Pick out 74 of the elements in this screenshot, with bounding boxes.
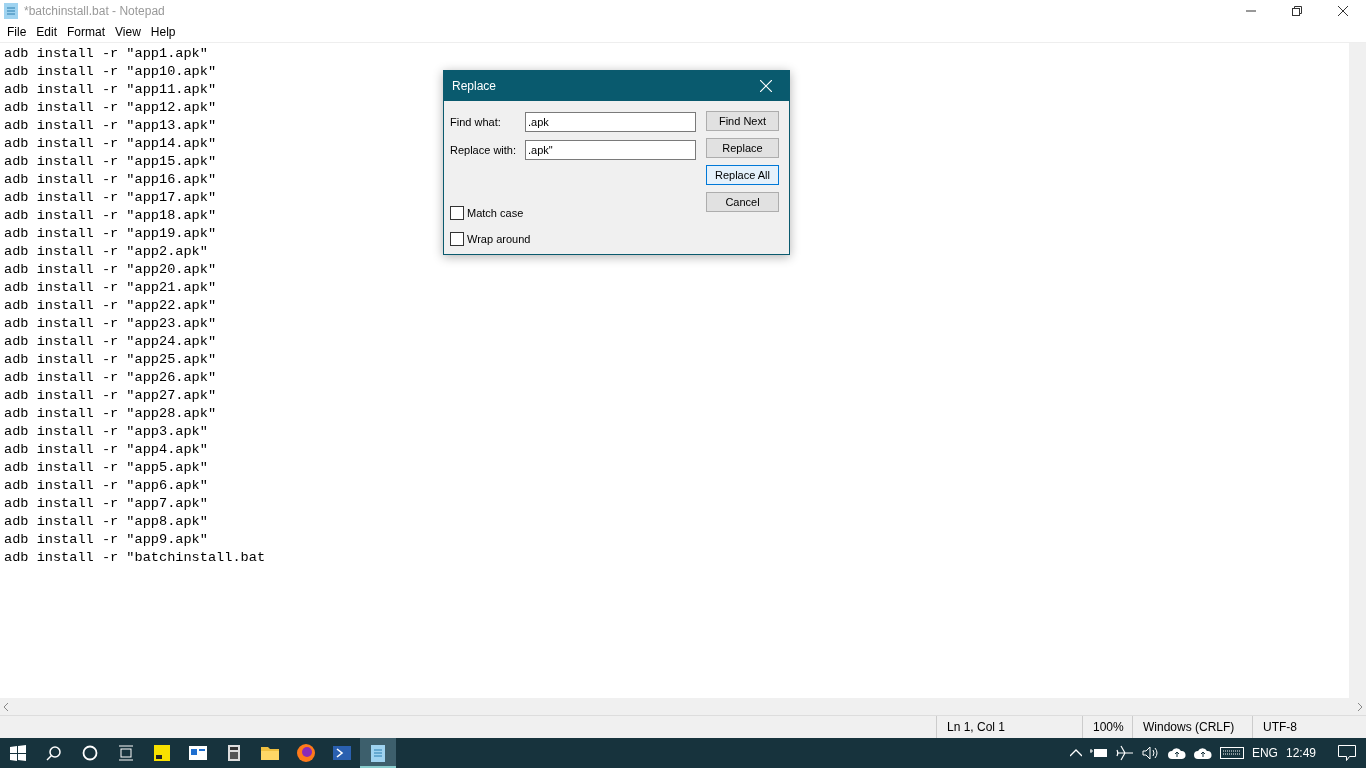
text-line: adb install -r "app11.apk" [4, 81, 217, 99]
text-line: adb install -r "app15.apk" [4, 153, 217, 171]
field-label: Find what: [450, 116, 502, 128]
text-line: adb install -r "app18.apk" [4, 207, 217, 225]
checkbox[interactable] [450, 232, 464, 246]
notepad-icon [4, 3, 18, 19]
terminal-icon [333, 746, 351, 760]
clock[interactable]: 12:49 [1285, 746, 1316, 760]
notepad-icon [371, 744, 385, 762]
text-line: adb install -r "app4.apk" [4, 441, 208, 459]
text-line: adb install -r "app22.apk" [4, 297, 217, 315]
sticky-note-icon [154, 745, 170, 761]
menu-item[interactable]: View [110, 25, 146, 39]
field-label: Replace with: [450, 144, 518, 156]
text-line: adb install -r "app16.apk" [4, 171, 217, 189]
language-indicator[interactable]: ENG [1251, 746, 1278, 760]
menu-item[interactable]: Help [145, 25, 181, 39]
close-icon [760, 80, 772, 92]
menu-item[interactable]: File [2, 25, 32, 39]
text-line: adb install -r "app3.apk" [4, 423, 208, 441]
menu-item[interactable]: Format [62, 25, 111, 39]
text-line: adb install -r "app10.apk" [4, 63, 217, 81]
close-icon [1338, 6, 1348, 16]
search-icon [46, 745, 62, 761]
text-line: adb install -r "app17.apk" [4, 189, 217, 207]
cloud-upload-icon [1167, 747, 1186, 759]
task-view-icon [118, 745, 134, 761]
text-line: adb install -r "app26.apk" [4, 369, 217, 387]
text-line: adb install -r "app2.apk" [4, 243, 208, 261]
text-line: adb install -r "app12.apk" [4, 99, 217, 117]
text-line: adb install -r "app5.apk" [4, 459, 208, 477]
text-line: adb install -r "batchinstall.bat [4, 549, 266, 567]
circle-icon [82, 745, 98, 761]
dialog-button[interactable]: Replace [706, 138, 779, 158]
text-line: adb install -r "app21.apk" [4, 279, 217, 297]
dialog-button[interactable]: Replace All [706, 165, 779, 185]
text-line: adb install -r "app25.apk" [4, 351, 217, 369]
dialog-button[interactable]: Cancel [706, 192, 779, 212]
text-line: adb install -r "app8.apk" [4, 513, 208, 531]
text-line: adb install -r "app20.apk" [4, 261, 217, 279]
airplane-icon [1115, 745, 1134, 761]
newspaper-icon [189, 746, 207, 760]
text-line: adb install -r "app23.apk" [4, 315, 217, 333]
text-line: adb install -r "app9.apk" [4, 531, 208, 549]
checkbox-label: Match case [467, 207, 524, 219]
window-title: *batchinstall.bat - Notepad [24, 4, 165, 18]
restore-icon [1292, 6, 1302, 16]
cloud-upload-icon [1193, 747, 1212, 759]
text-line: adb install -r "app27.apk" [4, 387, 217, 405]
text-line: adb install -r "app28.apk" [4, 405, 217, 423]
text-line: adb install -r "app6.apk" [4, 477, 208, 495]
text-line: adb install -r "app7.apk" [4, 495, 208, 513]
dialog-title: Replace [452, 79, 497, 93]
text-line: adb install -r "app13.apk" [4, 117, 217, 135]
input-field[interactable]: .apk [525, 112, 696, 132]
speaker-icon [1141, 746, 1160, 760]
text-line: adb install -r "app14.apk" [4, 135, 217, 153]
input-field[interactable]: .apk" [525, 140, 696, 160]
keyboard-icon [1219, 747, 1244, 759]
fox-globe-icon [297, 744, 315, 762]
horizontal-scrollbar[interactable] [0, 698, 1366, 715]
folder-icon [261, 746, 279, 760]
text-line: adb install -r "app19.apk" [4, 225, 217, 243]
windows-logo-icon [10, 745, 26, 761]
text-line: adb install -r "app1.apk" [4, 45, 208, 63]
battery-icon [1089, 747, 1108, 759]
notification-icon [1338, 745, 1356, 761]
chevron-up-icon [1069, 749, 1082, 757]
text-line: adb install -r "app24.apk" [4, 333, 217, 351]
checkbox[interactable] [450, 206, 464, 220]
dialog-button[interactable]: Find Next [706, 111, 779, 131]
calculator-icon [228, 745, 240, 761]
checkbox-label: Wrap around [467, 233, 531, 245]
menu-item[interactable]: Edit [31, 25, 63, 39]
